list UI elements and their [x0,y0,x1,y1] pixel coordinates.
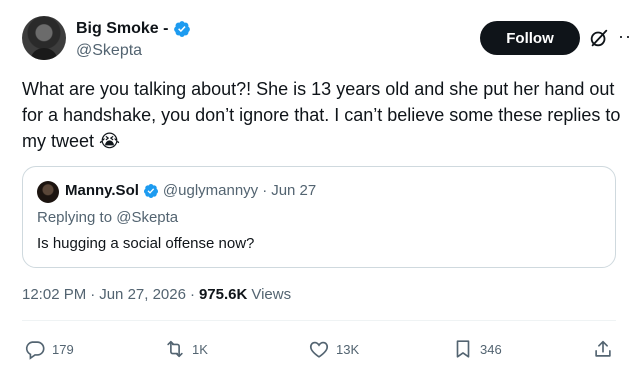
replying-to: Replying to @Skepta [37,209,178,226]
tweet-meta: 12:02 PM · Jun 27, 2026 · 975.6K Views [22,286,291,303]
reply-count: 179 [52,341,74,357]
author-display-name[interactable]: Big Smoke - [76,20,168,38]
verified-badge-icon [174,21,191,37]
tweet-text: What are you talking about?! She is 13 y… [22,79,621,151]
share-button[interactable] [592,338,614,360]
like-count: 13K [336,341,360,357]
tweet-time[interactable]: 12:02 PM [22,286,86,303]
divider [22,320,616,321]
action-bar: 179 1K 13K 346 [24,338,618,362]
reply-icon [25,341,45,360]
author-avatar[interactable] [22,16,66,60]
bookmark-count: 346 [480,341,502,357]
quoted-tweet-text: Is hugging a social offense now? [37,235,255,252]
heart-icon [309,341,329,358]
repost-count: 1K [192,341,208,357]
bookmark-button[interactable]: 346 [452,338,502,360]
meta-separator: · [90,286,96,303]
follow-button[interactable]: Follow [480,21,580,55]
author-handle[interactable]: @Skepta [76,42,142,60]
verified-badge-icon [143,183,158,198]
replying-to-mention[interactable]: @Skepta [116,209,178,226]
quoted-handle[interactable]: @uglymannyy [163,182,258,199]
bookmark-icon [456,340,470,358]
quoted-author-row: Manny.Sol @uglymannyy · Jun 27 [65,182,316,199]
quoted-date[interactable]: Jun 27 [271,182,316,199]
quoted-author-avatar[interactable] [37,181,59,203]
grok-icon[interactable] [588,27,610,49]
quoted-separator: · [262,182,268,199]
quoted-tweet[interactable]: Manny.Sol @uglymannyy · Jun 27 Replying … [22,166,616,268]
more-icon[interactable]: ··· [618,26,634,46]
reply-button[interactable]: 179 [24,338,74,360]
repost-button[interactable]: 1K [164,338,208,360]
like-button[interactable]: 13K [308,338,359,360]
author-name-row: Big Smoke - [76,20,191,38]
replying-to-prefix: Replying to [37,209,113,226]
retweet-icon [167,340,183,358]
meta-separator: · [189,286,195,303]
tweet-header: Big Smoke - @Skepta Follow ··· [22,14,634,64]
quoted-display-name[interactable]: Manny.Sol [65,182,139,199]
views-label: Views [251,286,292,303]
views-count[interactable]: 975.6K [199,286,247,303]
share-icon [595,340,611,357]
tweet-date[interactable]: Jun 27, 2026 [99,286,186,303]
